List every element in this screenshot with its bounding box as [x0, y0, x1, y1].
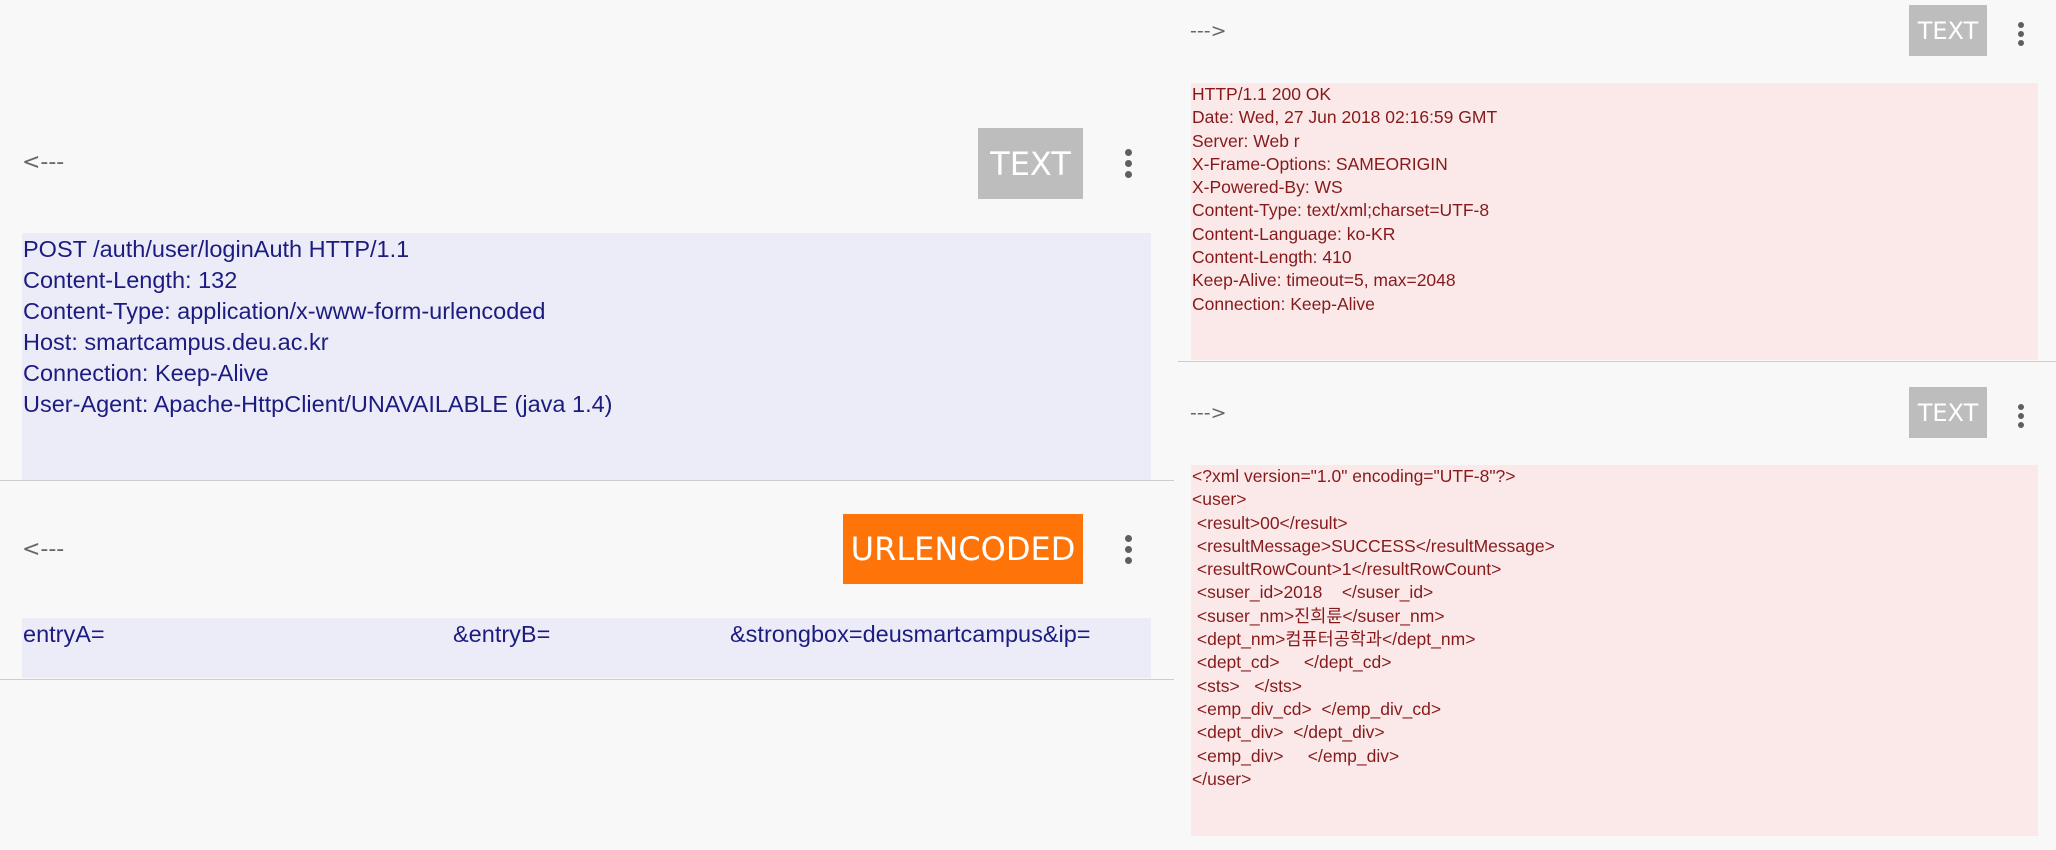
more-options-icon[interactable] — [2009, 402, 2033, 429]
request-headers-text: POST /auth/user/loginAuth HTTP/1.1 Conte… — [22, 233, 1151, 420]
code-line: X-Frame-Options: SAMEORIGIN — [1192, 153, 1448, 174]
code-line: <result>00</result> — [1196, 512, 1348, 533]
format-badge-text[interactable]: TEXT — [978, 128, 1083, 199]
code-line: Content-Language: ko-KR — [1192, 223, 1396, 244]
code-line: Server: Web r — [1192, 130, 1300, 151]
code-line: <suser_nm>진희륜</suser_nm> — [1196, 605, 1445, 626]
more-options-icon[interactable] — [1116, 147, 1140, 180]
code-line: <?xml version="1.0" encoding="UTF-8"?> — [1192, 466, 1516, 486]
format-badge-urlencoded[interactable]: URLENCODED — [843, 514, 1083, 584]
request-body-panel: entryA= &entryB= &strongbox=deusmartcamp… — [22, 618, 1151, 678]
code-line: </user> — [1192, 768, 1252, 789]
code-line: <sts> </sts> — [1196, 675, 1302, 696]
divider — [1178, 361, 2056, 362]
divider — [0, 480, 1174, 481]
direction-arrow: <--- — [22, 537, 65, 562]
code-line: Connection: Keep-Alive — [1192, 293, 1375, 314]
code-line: Date: Wed, 27 Jun 2018 02:16:59 GMT — [1192, 107, 1498, 128]
code-line: <resultMessage>SUCCESS</resultMessage> — [1196, 535, 1555, 556]
more-options-icon[interactable] — [1116, 533, 1140, 566]
code-line: User-Agent: Apache-HttpClient/UNAVAILABL… — [23, 391, 613, 417]
format-badge-text[interactable]: TEXT — [1909, 5, 1987, 56]
response-headers-panel: HTTP/1.1 200 OK Date: Wed, 27 Jun 2018 0… — [1191, 83, 2038, 360]
code-line: Host: smartcampus.deu.ac.kr — [23, 329, 329, 355]
code-line: Content-Length: 132 — [23, 267, 238, 293]
code-line: Content-Type: application/x-www-form-url… — [23, 298, 546, 324]
code-line: <resultRowCount>1</resultRowCount> — [1196, 559, 1502, 580]
request-headers-panel: POST /auth/user/loginAuth HTTP/1.1 Conte… — [22, 233, 1151, 480]
response-headers-text: HTTP/1.1 200 OK Date: Wed, 27 Jun 2018 0… — [1191, 83, 2038, 316]
code-line: POST /auth/user/loginAuth HTTP/1.1 — [23, 236, 410, 262]
direction-arrow: ---> — [1190, 20, 1227, 42]
response-body-panel: <?xml version="1.0" encoding="UTF-8"?> <… — [1191, 465, 2038, 836]
more-options-icon[interactable] — [2009, 20, 2033, 47]
form-param-strongbox: &strongbox=deusmartcampus&ip= — [730, 621, 1091, 647]
code-line: Content-Length: 410 — [1192, 247, 1352, 268]
format-badge-text[interactable]: TEXT — [1909, 387, 1987, 438]
response-body-text: <?xml version="1.0" encoding="UTF-8"?> <… — [1191, 465, 2038, 791]
divider — [0, 679, 1174, 680]
code-line: <dept_div> </dept_div> — [1196, 722, 1385, 743]
code-line: <user> — [1192, 489, 1247, 510]
code-line: <emp_div> </emp_div> — [1196, 745, 1400, 766]
code-line: X-Powered-By: WS — [1192, 177, 1343, 198]
form-param-entryB: &entryB= — [453, 621, 551, 647]
direction-arrow: ---> — [1190, 402, 1227, 424]
code-line: HTTP/1.1 200 OK — [1192, 84, 1332, 104]
code-line: <emp_div_cd> </emp_div_cd> — [1196, 698, 1442, 719]
form-param-entryA: entryA= — [23, 621, 105, 647]
direction-arrow: <--- — [22, 150, 65, 175]
code-line: Connection: Keep-Alive — [23, 360, 269, 386]
code-line: <dept_nm>컴퓨터공학과</dept_nm> — [1196, 629, 1476, 650]
code-line: Content-Type: text/xml;charset=UTF-8 — [1192, 200, 1490, 221]
code-line: <suser_id>2018 </suser_id> — [1196, 582, 1434, 603]
code-line: <dept_cd> </dept_cd> — [1196, 652, 1392, 673]
code-line: Keep-Alive: timeout=5, max=2048 — [1192, 270, 1456, 291]
